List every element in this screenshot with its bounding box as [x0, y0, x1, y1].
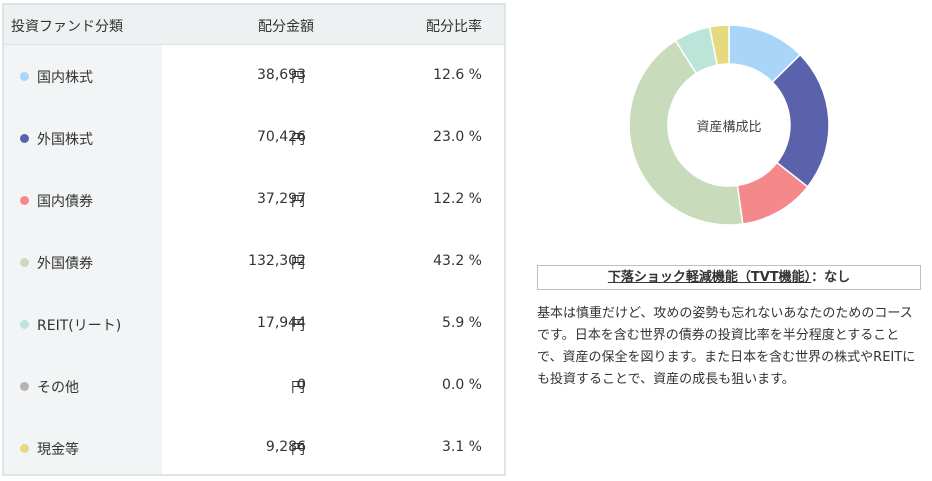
- table-row: 現金等 9,286 円 3.1 %: [4, 417, 504, 479]
- ratio-value: 23.0 %: [433, 129, 482, 145]
- amount-unit: 円: [291, 194, 305, 210]
- category-name: 外国株式: [37, 132, 93, 148]
- ratio-value: 3.1 %: [441, 439, 482, 455]
- category-name: 国内株式: [37, 70, 93, 86]
- amount-unit: 円: [291, 442, 305, 458]
- legend-dot: [20, 444, 29, 453]
- header-ratio: 配分比率: [426, 19, 482, 35]
- ratio-value: 12.2 %: [433, 191, 482, 207]
- category-name: 外国債券: [37, 256, 93, 272]
- amount-unit: 円: [291, 380, 305, 396]
- amount-unit: 円: [291, 318, 305, 334]
- legend-dot: [20, 196, 29, 205]
- table-row: その他 0 円 0.0 %: [4, 355, 504, 417]
- legend-dot: [20, 258, 29, 267]
- legend-dot: [20, 72, 29, 81]
- table-row: 国内株式 38,693 円 12.6 %: [4, 45, 504, 107]
- tvt-status: ：なし: [811, 270, 851, 285]
- table-row: 外国債券 132,302 円 43.2 %: [4, 231, 504, 293]
- chart-center-label: 資産構成比: [696, 120, 762, 135]
- amount-unit: 円: [291, 256, 305, 272]
- ratio-value: 43.2 %: [433, 253, 482, 269]
- category-name: REIT(リート): [37, 318, 122, 334]
- table-header: 投資ファンド分類 配分金額 配分比率: [4, 5, 504, 45]
- amount-unit: 円: [291, 70, 305, 86]
- table-row: REIT(リート) 17,944 円 5.9 %: [4, 293, 504, 355]
- table-row: 国内債券 37,297 円 12.2 %: [4, 169, 504, 231]
- category-name: 現金等: [37, 442, 79, 458]
- header-category: 投資ファンド分類: [11, 19, 123, 35]
- table-row: 外国株式 70,426 円 23.0 %: [4, 107, 504, 169]
- ratio-value: 5.9 %: [441, 315, 482, 331]
- legend-dot: [20, 320, 29, 329]
- category-name: その他: [37, 380, 79, 396]
- ratio-value: 0.0 %: [441, 377, 482, 393]
- tvt-label: 下落ショック軽減機能（TVT機能）: [607, 270, 812, 285]
- category-name: 国内債券: [37, 194, 93, 210]
- amount-unit: 円: [291, 132, 305, 148]
- legend-dot: [20, 134, 29, 143]
- header-amount: 配分金額: [258, 19, 314, 35]
- ratio-value: 12.6 %: [433, 67, 482, 83]
- tvt-info-box: 下落ショック軽減機能（TVT機能）：なし: [537, 265, 921, 290]
- allocation-table: 投資ファンド分類 配分金額 配分比率 国内株式 38,693 円 12.6 % …: [2, 3, 506, 476]
- legend-dot: [20, 382, 29, 391]
- course-description: 基本は慎重だけど、攻めの姿勢も忘れないあなたのためのコースです。日本を含む世界の…: [537, 306, 916, 387]
